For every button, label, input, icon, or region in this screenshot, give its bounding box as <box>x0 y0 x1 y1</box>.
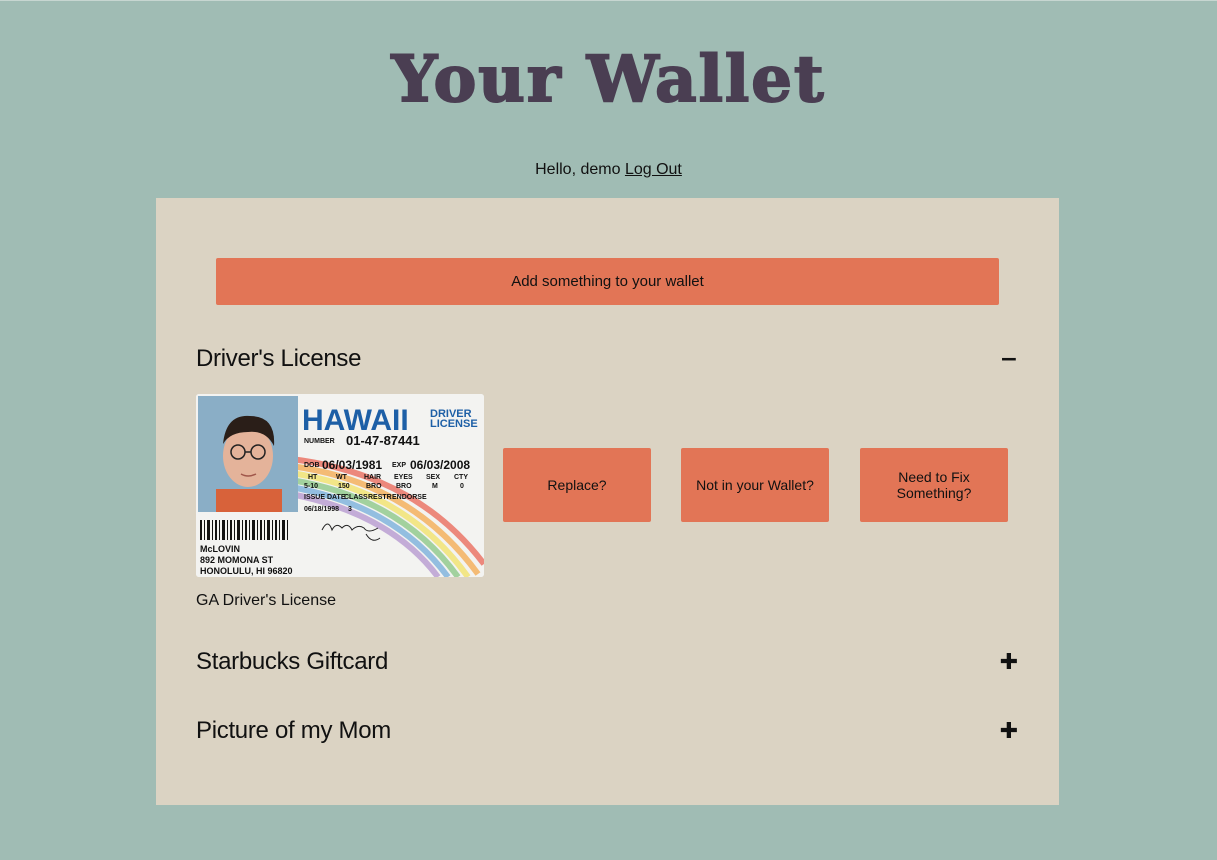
section-title: Driver's License <box>196 345 362 372</box>
field-label: EYES <box>394 474 413 481</box>
field-value: BRO <box>366 483 382 490</box>
expand-icon[interactable]: ✚ <box>999 650 1019 675</box>
item-caption: GA Driver's License <box>196 592 336 609</box>
replace-button[interactable]: Replace? <box>503 448 651 522</box>
fix-something-button[interactable]: Need to Fix Something? <box>860 448 1008 522</box>
holder-name: McLOVIN <box>200 544 240 554</box>
drivers-license-image: HAWAII DRIVER LICENSE NUMBER 01-47-87441… <box>196 394 484 577</box>
issue-label: ISSUE DATE <box>304 494 346 501</box>
dob-value: 06/03/1981 <box>322 458 382 472</box>
section-title: Starbucks Giftcard <box>196 648 389 675</box>
field-value: BRO <box>396 483 412 490</box>
user-greeting: Hello, demo Log Out <box>0 161 1217 179</box>
address-line-1: 892 MOMONA ST <box>200 555 274 565</box>
greeting-text: Hello, demo <box>535 161 621 178</box>
address-line-2: HONOLULU, HI 96820 <box>200 566 293 576</box>
field-label: CTY <box>454 474 468 481</box>
license-number: 01-47-87441 <box>346 433 420 448</box>
section-header-starbucks-giftcard[interactable]: Starbucks Giftcard ✚ <box>196 645 1019 679</box>
add-item-button[interactable]: Add something to your wallet <box>216 258 999 305</box>
field-value: 150 <box>338 483 350 490</box>
field-value: 0 <box>460 483 464 490</box>
license-type-2: LICENSE <box>430 418 478 430</box>
logout-link[interactable]: Log Out <box>625 161 682 178</box>
license-photo <box>198 396 298 512</box>
field-value: 5-10 <box>304 483 318 490</box>
license-number-label: NUMBER <box>304 438 335 445</box>
issue-label: RESTR <box>368 494 392 501</box>
license-card-graphic: HAWAII DRIVER LICENSE NUMBER 01-47-87441… <box>196 394 484 577</box>
section-header-picture-of-mom[interactable]: Picture of my Mom ✚ <box>196 714 1019 748</box>
field-label: HT <box>308 474 318 481</box>
field-value: M <box>432 483 438 490</box>
issue-value: 3 <box>348 506 352 513</box>
field-label: HAIR <box>364 474 381 481</box>
top-border <box>0 0 1217 1</box>
dob-label: DOB <box>304 462 320 469</box>
not-in-wallet-button[interactable]: Not in your Wallet? <box>681 448 829 522</box>
collapse-icon[interactable]: − <box>999 347 1019 372</box>
exp-label: EXP <box>392 462 406 469</box>
field-label: SEX <box>426 474 440 481</box>
issue-value: 06/18/1998 <box>304 506 339 513</box>
section-header-drivers-license[interactable]: Driver's License − <box>196 342 1019 376</box>
section-title: Picture of my Mom <box>196 717 391 744</box>
wallet-panel: Add something to your wallet Driver's Li… <box>156 198 1059 805</box>
page-title: Your Wallet <box>390 41 826 118</box>
issue-label: ENDORSE <box>392 494 427 501</box>
issue-label: CLASS <box>344 494 368 501</box>
field-label: WT <box>336 474 348 481</box>
expand-icon[interactable]: ✚ <box>999 719 1019 744</box>
exp-value: 06/03/2008 <box>410 458 470 472</box>
